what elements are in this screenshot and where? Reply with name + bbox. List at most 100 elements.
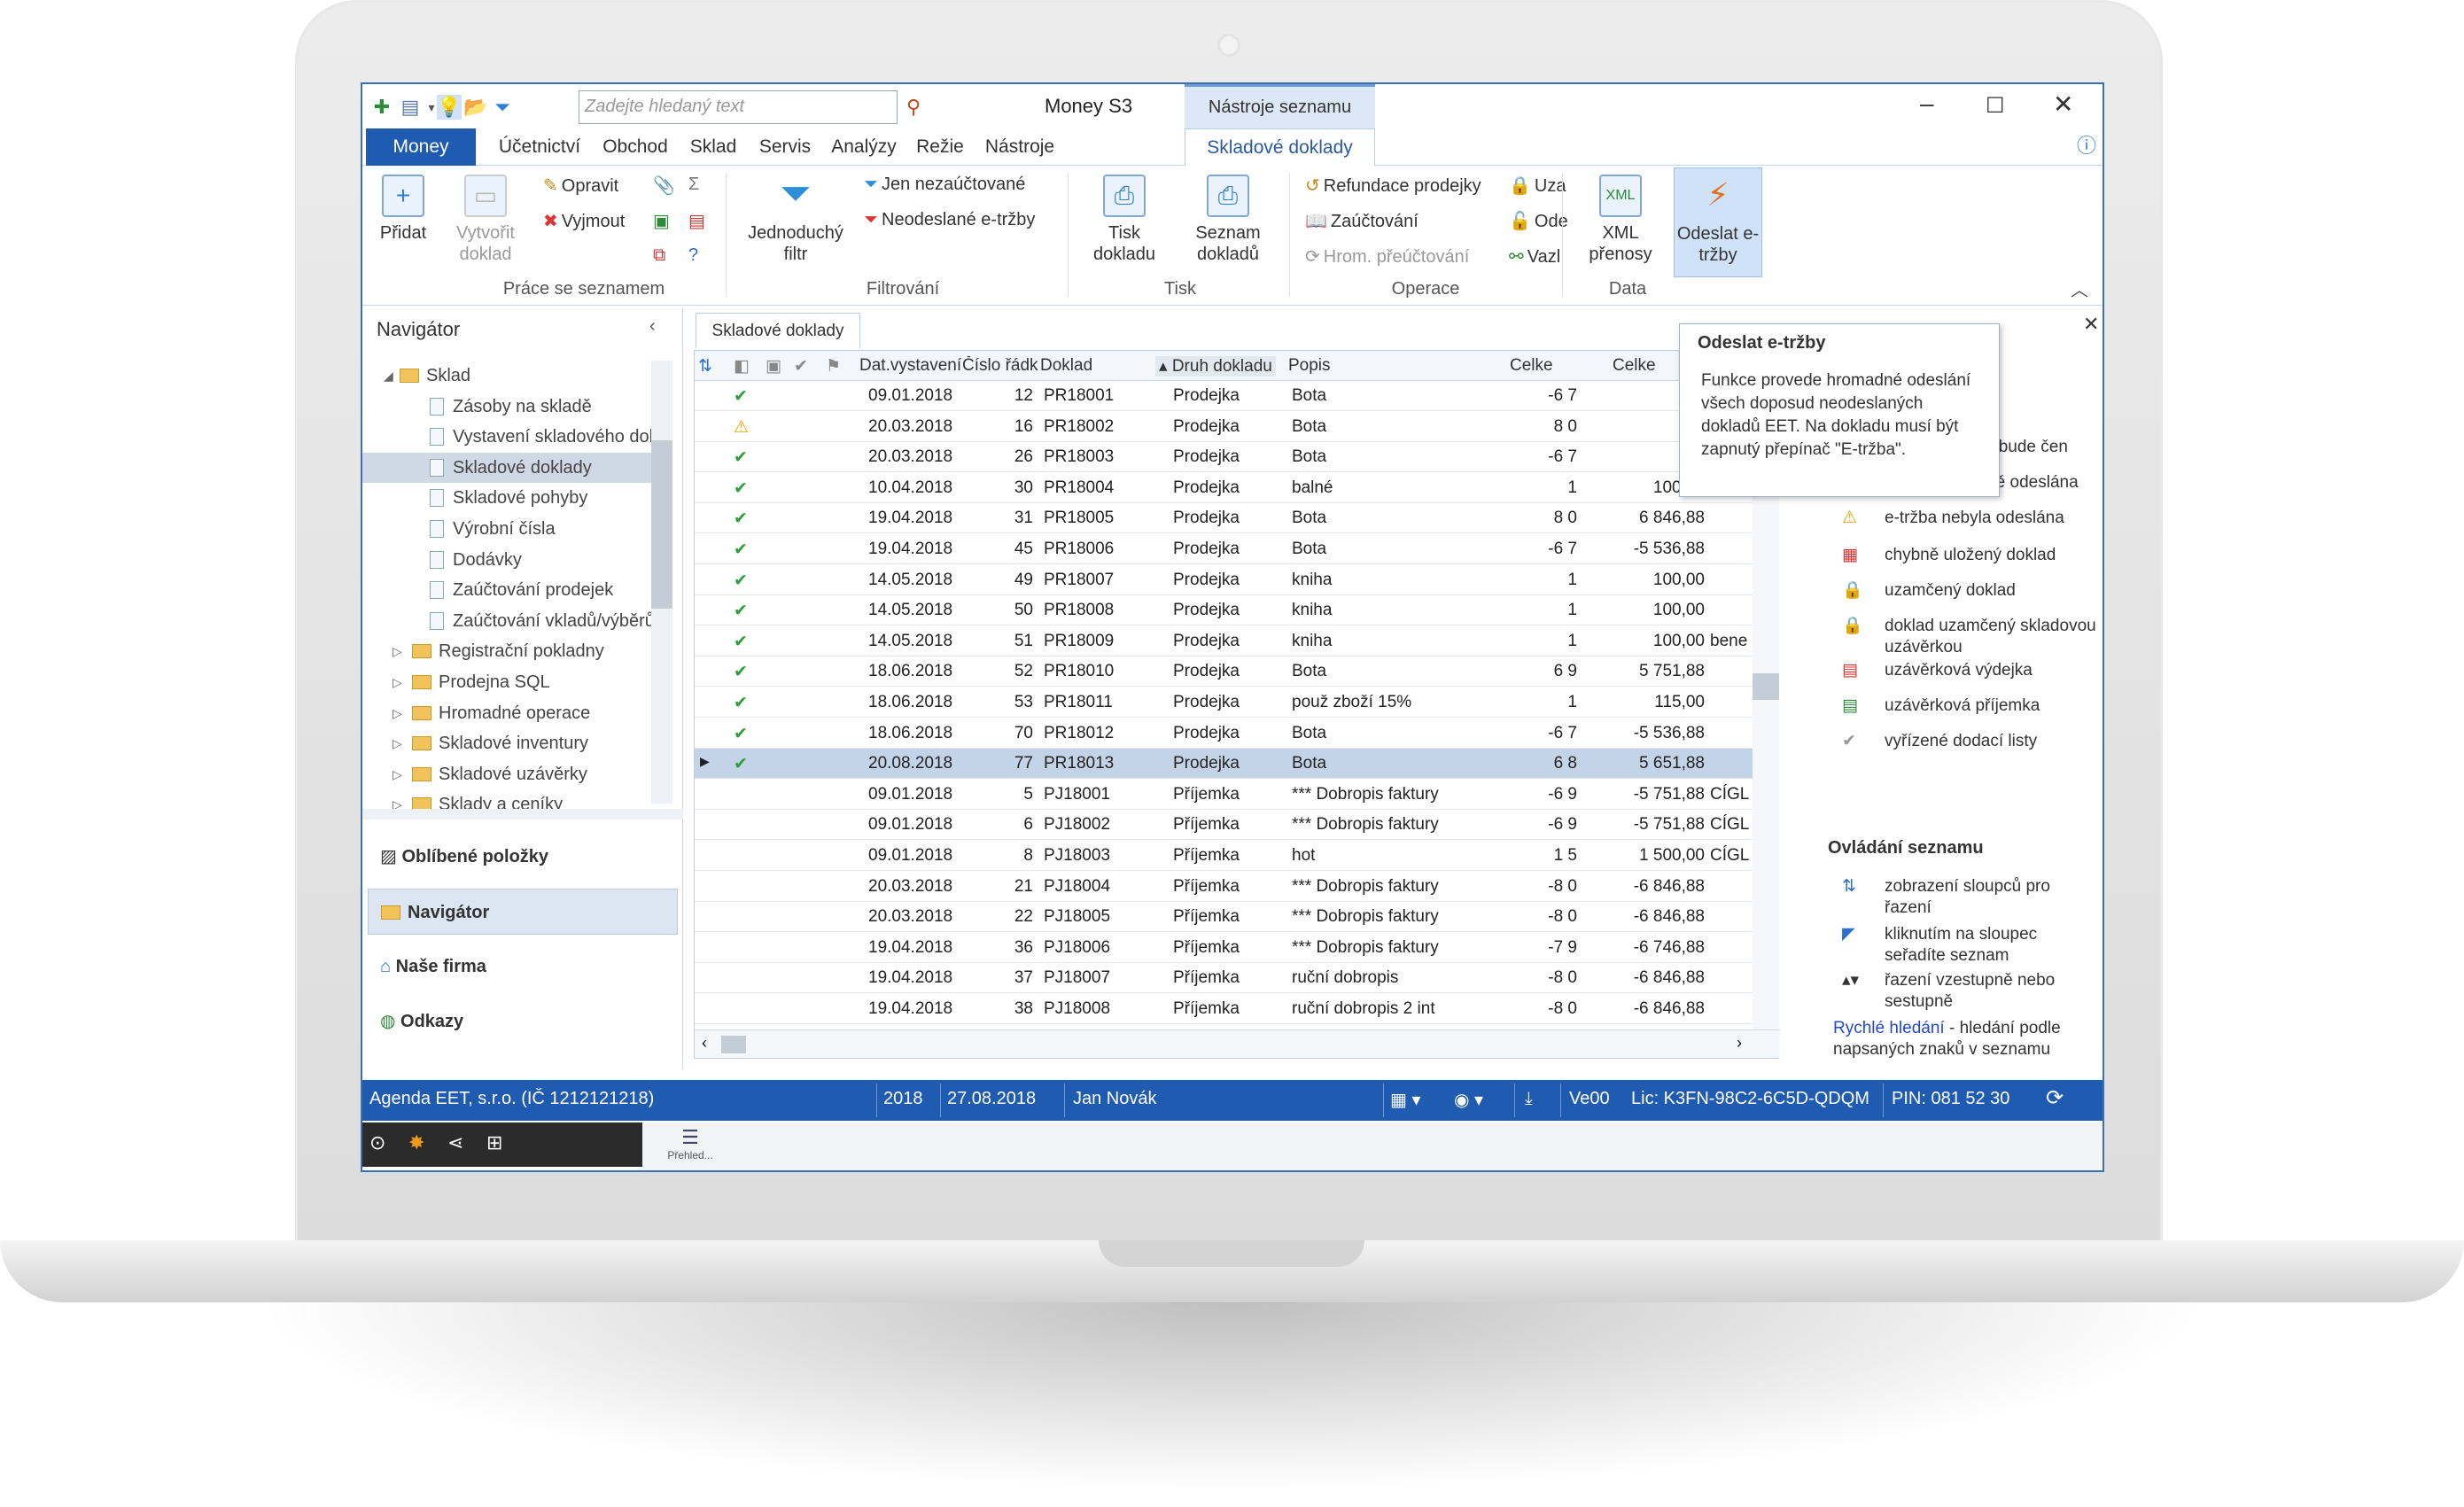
- neodeslane-etrzby-button[interactable]: ⏷ Neodeslané e-tržby: [864, 210, 1035, 230]
- col-doklad[interactable]: Doklad: [1040, 356, 1092, 376]
- search-icon[interactable]: ⚲: [901, 95, 926, 120]
- pdf-icon[interactable]: ▤: [688, 210, 705, 232]
- sort-columns-icon[interactable]: ⇅: [698, 356, 712, 377]
- seznam-dokladu-button[interactable]: ⎙ Seznam dokladů: [1179, 175, 1277, 265]
- oblibene-button[interactable]: ▨ Oblíbené položky: [368, 834, 678, 880]
- table-row[interactable]: ✔ 18.06.2018 52 PR18010 Prodejka Bota 6 9 5 751…: [695, 656, 1767, 687]
- filter-icon[interactable]: ⏷: [490, 95, 515, 120]
- status-date[interactable]: 27.08.2018: [947, 1089, 1036, 1109]
- tree-item[interactable]: Zásoby na skladě: [362, 392, 664, 422]
- tree-item[interactable]: ▷ Skladové uzávěrky: [362, 759, 664, 789]
- table-row[interactable]: ✔10.04.201830PR18004Prodejkabalné1100,00: [695, 473, 1767, 503]
- col-date[interactable]: Dat.vystavení: [859, 356, 961, 376]
- vazby-button[interactable]: ⚯ Vazl: [1509, 245, 1560, 268]
- col-lock-icon[interactable]: ▣: [766, 356, 781, 377]
- bulb-icon[interactable]: 💡: [437, 95, 462, 120]
- expand-arrow-icon[interactable]: ▷: [393, 728, 402, 758]
- jednoduchy-filtr-button[interactable]: ⏷ Jednoduchý filtr: [738, 175, 853, 265]
- table-row[interactable]: 20.03.2018 22 PJ18005 Příjemka *** Dobropis …: [695, 902, 1767, 933]
- table-row[interactable]: ✔ 14.05.2018 51 PR18009 Prodejka kniha 1 100,00…: [695, 626, 1767, 656]
- col-flag-icon[interactable]: ⚑: [826, 356, 841, 377]
- refundace-button[interactable]: ↺ Refundace prodejky: [1305, 175, 1481, 197]
- col-celkem-1[interactable]: Celke: [1510, 356, 1553, 376]
- table-row[interactable]: 19.04.2018 38 PJ18008 Příjemka ruční dobropi…: [695, 994, 1767, 1024]
- opravit-button[interactable]: ✎ Opravit: [543, 175, 618, 197]
- nase-firma-button[interactable]: ⌂ Naše firma: [368, 944, 678, 990]
- table-row[interactable]: 19.04.2018 36 PJ18006 Příjemka *** Dobropis …: [695, 933, 1767, 963]
- uzamknout-button[interactable]: 🔒 Uza: [1509, 175, 1566, 197]
- expand-arrow-icon[interactable]: ▷: [393, 698, 402, 728]
- refresh-icon[interactable]: ⟳: [2046, 1085, 2064, 1111]
- close-legend-icon[interactable]: ✕: [2083, 313, 2099, 336]
- col-eet-icon[interactable]: ◧: [734, 356, 750, 377]
- tab-sklad[interactable]: Sklad: [687, 128, 740, 166]
- grid-icon[interactable]: ⊞: [486, 1131, 502, 1154]
- expand-arrow-icon[interactable]: ▷: [393, 759, 402, 789]
- search-input[interactable]: Zadejte hledaný text: [579, 90, 898, 124]
- expand-arrow-icon[interactable]: ▷: [393, 636, 402, 666]
- attach-icon[interactable]: 📎: [653, 175, 675, 197]
- table-row[interactable]: 20.03.2018 21 PJ18004 Příjemka *** Dobropis …: [695, 872, 1767, 902]
- tab-skladove-doklady-list[interactable]: Skladové doklady: [696, 313, 860, 348]
- sum-icon[interactable]: Σ: [688, 175, 699, 195]
- table-row[interactable]: 09.01.2018 6 PJ18002 Příjemka *** Dobropis f…: [695, 810, 1767, 841]
- tree-item[interactable]: ▷ Hromadné operace: [362, 698, 664, 728]
- pridat-button[interactable]: + Přidat: [371, 175, 435, 244]
- tree-item[interactable]: ▷ Registrační pokladny: [362, 636, 664, 666]
- hscroll-thumb[interactable]: [721, 1036, 746, 1053]
- col-celkem-2[interactable]: Celke: [1613, 356, 1656, 376]
- grid-hscrollbar[interactable]: ‹ ›: [695, 1029, 1780, 1058]
- tisk-dokladu-button[interactable]: ⎙ Tisk dokladu: [1078, 175, 1170, 265]
- expand-arrow-icon[interactable]: ▷: [393, 667, 402, 697]
- table-row[interactable]: ⚠ 20.03.2018 16 PR18002 Prodejka Bota 8 0: [695, 412, 1767, 442]
- tree-item[interactable]: Skladové doklady: [362, 452, 664, 483]
- scroll-thumb[interactable]: [651, 440, 672, 609]
- table-row[interactable]: ✔09.01.201812PR18001ProdejkaBota-6 7-: [695, 381, 1767, 411]
- tree-item[interactable]: ▷ Skladové inventury: [362, 728, 664, 758]
- table-row[interactable]: ✔ 18.06.2018 70 PR18012 Prodejka Bota -6 7 -5 5…: [695, 719, 1767, 749]
- hrom-preuctovani-button[interactable]: ⟳ Hrom. přeúčtování: [1305, 245, 1469, 268]
- download-icon[interactable]: ⤓: [1525, 1089, 1533, 1109]
- xml-prenosy-button[interactable]: XML XML přenosy: [1574, 175, 1667, 265]
- tree-item[interactable]: Zaúčtování prodejek: [362, 575, 664, 605]
- collapse-navigator-icon[interactable]: ‹: [649, 316, 656, 337]
- tab-servis[interactable]: Servis: [758, 128, 812, 166]
- table-row[interactable]: ✔ 14.05.2018 49 PR18007 Prodejka kniha 1 100,00: [695, 565, 1767, 595]
- col-row-number[interactable]: Číslo řádku: [962, 356, 1038, 376]
- export-icon[interactable]: ▣: [653, 210, 670, 232]
- table-row[interactable]: ✔ 14.05.2018 50 PR18008 Prodejka kniha 1 100,00: [695, 595, 1767, 626]
- table-row[interactable]: ✔ 19.04.2018 31 PR18005 Prodejka Bota 8 0 6 846…: [695, 503, 1767, 534]
- tab-analyzy[interactable]: Analýzy: [828, 128, 899, 166]
- odeslat-etrzby-button[interactable]: ⚡ Odeslat e-tržby: [1674, 167, 1762, 277]
- tree-scrollbar[interactable]: [651, 361, 672, 804]
- star-icon[interactable]: ✸: [408, 1131, 424, 1154]
- col-check-icon[interactable]: ✔: [794, 356, 808, 377]
- start-icon[interactable]: ⊙: [369, 1131, 385, 1154]
- tree-item[interactable]: Skladové pohyby: [362, 483, 664, 513]
- quick-access-icon[interactable]: ✚: [369, 95, 394, 120]
- collapse-arrow-icon[interactable]: ◢: [384, 361, 393, 391]
- quick-search-link[interactable]: Rychlé hledání: [1833, 1019, 1945, 1037]
- tab-skladove-doklady[interactable]: Skladové doklady: [1185, 128, 1375, 166]
- vscroll-thumb[interactable]: [1753, 673, 1779, 700]
- scroll-right-icon[interactable]: ›: [1737, 1034, 1742, 1053]
- help-icon[interactable]: ⓘ: [2074, 134, 2099, 159]
- tab-nastroje[interactable]: Nástroje: [981, 128, 1059, 166]
- collapse-ribbon-icon[interactable]: ︿: [2071, 276, 2088, 301]
- col-popis[interactable]: Popis: [1288, 356, 1331, 376]
- table-row[interactable]: 09.01.2018 5 PJ18001 Příjemka *** Dobropis f…: [695, 780, 1767, 810]
- question-icon[interactable]: ?: [688, 245, 698, 266]
- vyjmout-button[interactable]: ✖ Vyjmout: [543, 210, 625, 232]
- table-row[interactable]: ✔ 18.06.2018 53 PR18011 Prodejka použ zboží 1…: [695, 687, 1767, 718]
- tab-rezie[interactable]: Režie: [915, 128, 965, 166]
- odkazy-button[interactable]: ◍ Odkazy: [368, 998, 678, 1045]
- table-row[interactable]: ✔ 19.04.2018 45 PR18006 Prodejka Bota -6 7 -5 5…: [695, 534, 1767, 564]
- rss-icon[interactable]: ◉ ▾: [1454, 1089, 1483, 1111]
- minimize-button[interactable]: –: [1920, 89, 1934, 118]
- table-row[interactable]: 09.01.2018 8 PJ18003 Příjemka hot 1 5 1 500,00…: [695, 841, 1767, 871]
- vytvorit-button[interactable]: ▭ Vytvořit doklad: [446, 175, 525, 265]
- zauctovani-button[interactable]: 📖 Zaúčtování: [1305, 210, 1419, 232]
- folder-icon[interactable]: 📂: [463, 95, 488, 120]
- prehled-taskitem[interactable]: ☰ Přehled...: [664, 1126, 717, 1161]
- maximize-button[interactable]: ☐: [1986, 93, 2005, 119]
